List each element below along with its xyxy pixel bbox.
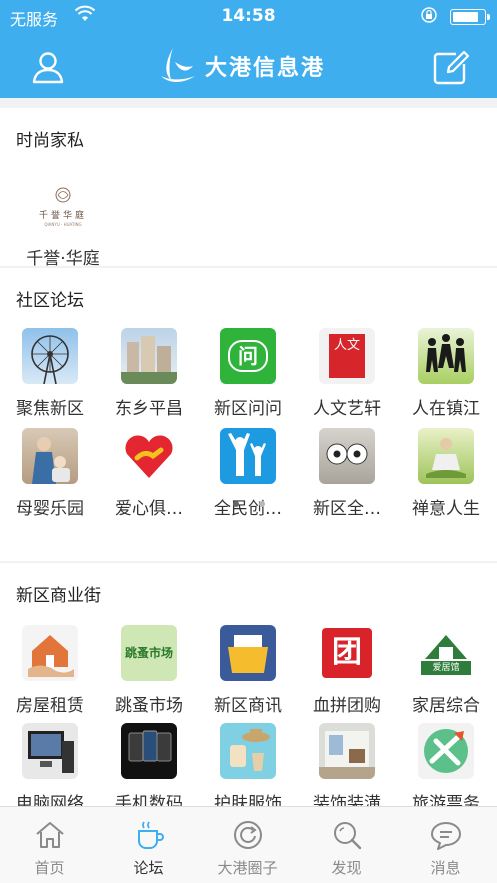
top-bar: 无服务 14:58 大港信息港	[0, 0, 497, 98]
tile-dongxiang-pingchang[interactable]: 东乡平昌	[100, 328, 198, 419]
page-indicator	[0, 501, 497, 507]
section-title: 新区商业街	[16, 586, 101, 606]
home-furnishing-icon: 爱居馆	[418, 625, 474, 681]
mother-baby-icon	[22, 428, 78, 484]
meditation-icon	[418, 428, 474, 484]
people-cheer-icon	[220, 428, 276, 484]
tile-jiaju-zonghe[interactable]: 爱居馆 家居综合	[397, 625, 495, 716]
tile-label: 血拼团购	[313, 696, 381, 716]
tab-forum[interactable]: 论坛	[99, 807, 198, 883]
culture-seal-icon: 人文	[319, 328, 375, 384]
tile-qianyu-huating[interactable]: 千誉华庭 QIANYU · HUATING 千誉·华庭	[14, 178, 112, 269]
tab-circles[interactable]: 大港圈子	[198, 807, 297, 883]
compose-button[interactable]	[428, 46, 472, 90]
fashion-icon	[220, 723, 276, 779]
tile-tiaozao-shichang[interactable]: 跳蚤市场 跳蚤市场	[100, 625, 198, 716]
tile-diannao-wangluo[interactable]: 电脑网络	[1, 723, 99, 806]
tile-label: 跳蚤市场	[115, 696, 183, 716]
computer-icon	[22, 723, 78, 779]
tab-label: 大港圈子	[217, 859, 278, 877]
heart-hand-icon	[121, 428, 177, 484]
football-icon	[319, 428, 375, 484]
tab-home[interactable]: 首页	[0, 807, 99, 883]
decoration-icon	[319, 723, 375, 779]
tile-label: 人在镇江	[412, 399, 480, 419]
tile-renzai-zhenjiang[interactable]: 人在镇江	[397, 328, 495, 419]
phones-icon	[121, 723, 177, 779]
user-icon	[32, 52, 64, 84]
tab-label: 首页	[34, 859, 65, 877]
page-dot-2[interactable]	[258, 501, 265, 507]
rotation-lock-icon	[420, 6, 438, 28]
travel-icon	[418, 723, 474, 779]
tile-juzhao-xinqu[interactable]: 聚焦新区	[1, 328, 99, 419]
message-icon	[430, 822, 461, 850]
section-forum: 社区论坛 聚焦新区 东乡平昌 问 新区问问 人文 人文艺轩 人在镇江 母婴乐园 …	[0, 268, 497, 561]
tile-xinqu-shangxun[interactable]: 新区商讯	[199, 625, 297, 716]
tile-label: 东乡平昌	[115, 399, 183, 419]
tile-label: 人文艺轩	[313, 399, 381, 419]
nav-bar: 大港信息港	[0, 34, 497, 98]
tab-label: 消息	[430, 859, 461, 877]
tile-renwen-yixuan[interactable]: 人文 人文艺轩	[298, 328, 396, 419]
people-silhouette-icon	[418, 328, 474, 384]
qianyu-logo: 千誉华庭 QIANYU · HUATING	[31, 178, 95, 234]
tile-shouji-shuma[interactable]: 手机数码	[100, 723, 198, 806]
tile-label: 家居综合	[412, 696, 480, 716]
flea-market-icon: 跳蚤市场	[121, 625, 177, 681]
edit-icon	[433, 50, 470, 85]
circle-refresh-icon	[233, 821, 262, 849]
tile-zhuangshi-zhuanghuang[interactable]: 装饰装潢	[298, 723, 396, 806]
cup-icon	[137, 821, 164, 849]
house-hand-icon	[22, 625, 78, 681]
page-dot-1[interactable]	[232, 501, 239, 507]
battery-icon	[450, 9, 490, 25]
tile-label: 聚焦新区	[16, 399, 84, 419]
question-chat-icon: 问	[220, 328, 276, 384]
tile-lvyou-piaowu[interactable]: 旅游票务	[397, 723, 495, 806]
section-business: 新区商业街 房屋租赁 跳蚤市场 跳蚤市场 新区商讯 团 血拼团购 爱居馆 家居综…	[0, 563, 497, 806]
group-buy-icon: 团	[319, 625, 375, 681]
app-title: 大港信息港	[205, 56, 326, 81]
profile-button[interactable]	[26, 46, 70, 90]
tile-fangwu-zulin[interactable]: 房屋租赁	[1, 625, 99, 716]
tile-xinqu-wenwen[interactable]: 问 新区问问	[199, 328, 297, 419]
tab-discover[interactable]: 发现	[297, 807, 396, 883]
tile-xuepin-tuangou[interactable]: 团 血拼团购	[298, 625, 396, 716]
section-title: 时尚家私	[16, 131, 84, 151]
tab-messages[interactable]: 消息	[396, 807, 495, 883]
ferris-wheel-icon	[22, 328, 78, 384]
status-bar: 无服务 14:58	[0, 0, 497, 34]
tile-label: 装饰装潢	[313, 794, 381, 806]
tile-label: 旅游票务	[412, 794, 480, 806]
tab-label: 发现	[331, 859, 362, 877]
app-brand: 大港信息港	[155, 46, 325, 86]
tile-label: 千誉·华庭	[26, 249, 100, 269]
search-icon	[333, 822, 361, 850]
tile-label: 护肤服饰	[214, 794, 282, 806]
tile-label: 手机数码	[115, 794, 183, 806]
section-title: 社区论坛	[16, 291, 84, 311]
tile-label: 房屋租赁	[16, 696, 84, 716]
tile-label: 新区问问	[214, 399, 282, 419]
tab-bar: 首页 论坛 大港圈子 发现 消息	[0, 806, 497, 883]
tile-hufu-fushi[interactable]: 护肤服饰	[199, 723, 297, 806]
tile-label: 电脑网络	[16, 794, 84, 806]
app-logo-icon	[161, 48, 195, 82]
home-icon	[35, 822, 64, 848]
tile-label: 新区商讯	[214, 696, 282, 716]
folder-icon	[220, 625, 276, 681]
section-fashion: 时尚家私 千誉华庭 QIANYU · HUATING 千誉·华庭	[0, 108, 497, 269]
tab-label: 论坛	[133, 859, 164, 877]
content-area[interactable]: 时尚家私 千誉华庭 QIANYU · HUATING 千誉·华庭 社区论坛 聚焦…	[0, 98, 497, 806]
buildings-icon	[121, 328, 177, 384]
